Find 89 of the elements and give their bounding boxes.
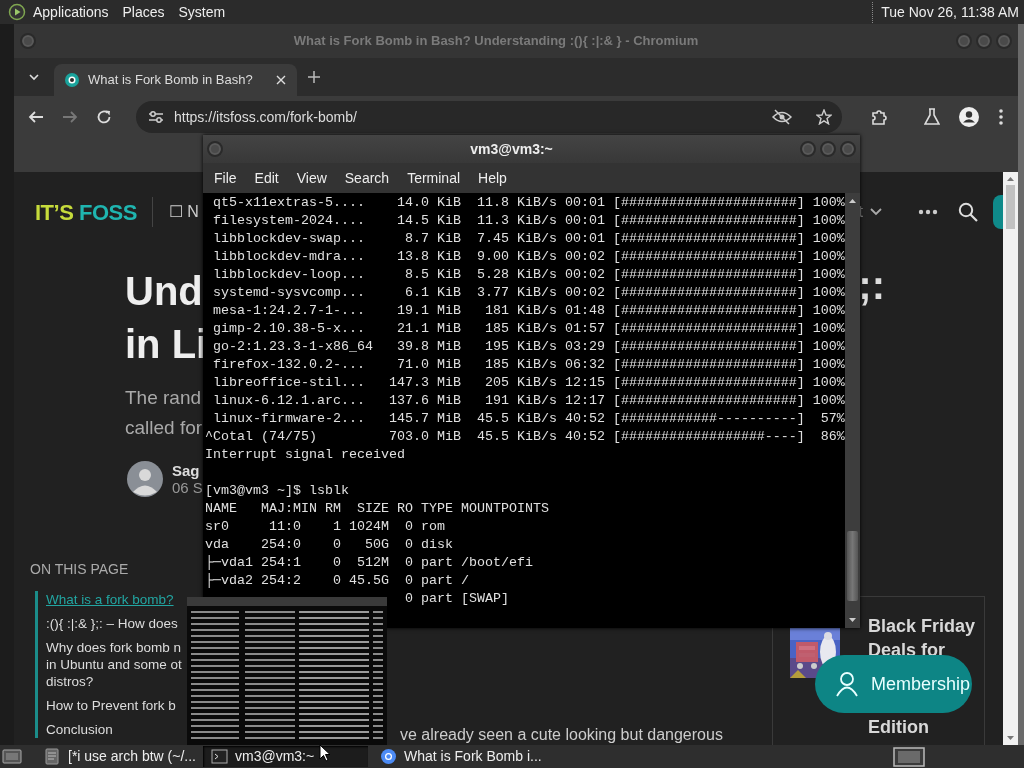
toc-link[interactable]: What is a fork bomb?: [46, 591, 174, 608]
terminal-line: 0 part [SWAP]: [404, 591, 509, 606]
terminal-line: systemd-sysvcomp... 6.1 KiB 3.77 KiB/s 00:02 [######################] 100%: [212, 284, 845, 302]
cursor-icon: [319, 744, 331, 762]
text-editor-icon: [44, 748, 61, 765]
promo-title: Black Friday: [868, 615, 976, 638]
toc-link[interactable]: How to Prevent fork b: [46, 697, 176, 714]
terminal-line: filesystem-2024.... 14.5 KiB 11.3 KiB/s 00:01 [######################] 100%: [212, 212, 845, 230]
person-icon[interactable]: [958, 106, 980, 128]
terminal-line: qt5-x11extras-5.... 14.0 KiB 11.8 KiB/s 00:01 [######################] 100%: [212, 194, 845, 212]
title-fragment: ;:: [858, 265, 885, 305]
terminal-line: go-2:1.23.3-1-x86_64 39.8 MiB 195 KiB/s 03:29 [######################] 100%: [212, 338, 845, 356]
taskbar-button[interactable]: What is Fork Bomb i...: [372, 746, 540, 767]
panel-menu[interactable]: Places: [115, 1, 172, 23]
panel-menu[interactable]: System: [171, 1, 233, 23]
terminal-line: mesa-1:24.2.7-1-... 19.1 MiB 181 KiB/s 01:48 [######################] 100%: [212, 302, 845, 320]
more-icon[interactable]: [918, 209, 938, 215]
menu-item[interactable]: Search: [335, 167, 399, 189]
scrollbar[interactable]: [845, 193, 860, 628]
person-icon: [835, 671, 859, 697]
membership-button[interactable]: Membership: [815, 655, 972, 713]
search-icon[interactable]: [958, 202, 978, 222]
hidden-eye-icon[interactable]: [772, 109, 792, 125]
terminal-line: firefox-132.0.2-... 71.0 MiB 185 KiB/s 06:32 [######################] 100%: [212, 356, 845, 374]
terminal-line: Interrupt signal received: [205, 446, 406, 464]
avatar: [127, 461, 163, 497]
more-icon[interactable]: [998, 108, 1004, 126]
close-icon[interactable]: [274, 74, 287, 86]
article-subtitle: The rand called for: [125, 386, 203, 440]
terminal-line: NAME MAJ:MIN RM SIZE RO TYPE MOUNTPOINTS: [205, 500, 550, 518]
terminal-icon: [211, 748, 228, 765]
toc-link[interactable]: Conclusion: [46, 721, 113, 738]
caret-icon[interactable]: [28, 71, 40, 83]
sliders-icon[interactable]: [148, 109, 164, 125]
back-icon[interactable]: [28, 109, 44, 125]
promo-title: Edition: [868, 716, 930, 739]
menu-item[interactable]: Edit: [245, 167, 288, 189]
header-button[interactable]: [993, 195, 1003, 229]
author-name[interactable]: Sag: [172, 462, 203, 479]
menu-item[interactable]: File: [205, 167, 246, 189]
terminal-line: libblockdev-loop... 8.5 KiB 5.28 KiB/s 00:02 [######################] 100%: [212, 266, 845, 284]
terminal-line: linux-firmware-2... 145.7 MiB 45.5 KiB/s 40:52 [############----------] 57%: [212, 410, 845, 428]
taskbar-button[interactable]: [*i use arch btw (~/...: [36, 746, 195, 767]
site-icon: [64, 72, 80, 88]
forward-icon[interactable]: [62, 109, 78, 125]
terminal-line: libblockdev-swap... 8.7 KiB 7.45 KiB/s 00:01 [######################] 100%: [212, 230, 845, 248]
desktop-icon[interactable]: [2, 747, 22, 766]
terminal-line: libblockdev-mdra... 13.8 KiB 9.00 KiB/s 00:02 [######################] 100%: [212, 248, 845, 266]
flask-icon[interactable]: [924, 108, 940, 126]
terminal-line: vda 254:0 0 50G 0 disk: [205, 536, 454, 554]
star-icon[interactable]: [816, 109, 832, 125]
terminal-line: ^Cotal (74/75) 703.0 MiB 45.5 KiB/s 40:52 [##################----] 86%: [205, 428, 845, 446]
window-title: vm3@vm3:~: [469, 139, 554, 159]
workspace-icon[interactable]: [893, 746, 925, 767]
article-text: ve already seen a cute looking but dangerous: [400, 726, 723, 744]
chevron-icon: [870, 207, 882, 217]
terminal-line: sr0 11:0 1 1024M 0 rom: [205, 518, 446, 536]
terminal-line: ├─vda2 254:2 0 45.5G 0 part /: [205, 572, 470, 590]
plus-icon[interactable]: [306, 70, 321, 84]
toc-link[interactable]: :(){ :|:& };: – How does: [46, 615, 178, 632]
scroll-down-icon[interactable]: [1006, 734, 1015, 742]
extension-icon[interactable]: [870, 108, 888, 126]
scroll-thumb[interactable]: [1006, 185, 1015, 229]
scrollbar[interactable]: [1003, 172, 1018, 745]
scroll-thumb[interactable]: [847, 531, 858, 601]
terminal-line: [vm3@vm3 ~]$ lsblk: [205, 482, 350, 500]
menu-item[interactable]: Terminal: [398, 167, 470, 189]
browser-icon: [380, 748, 397, 765]
terminal-line: linux-6.12.1.arc... 137.6 MiB 191 KiB/s 12:17 [######################] 100%: [212, 392, 845, 410]
menu-item[interactable]: View: [287, 167, 336, 189]
clock[interactable]: Tue Nov 26, 11:38 AM: [872, 1, 1024, 23]
post-date: 06 S: [172, 479, 203, 496]
window-title: What is Fork Bomb in Bash? Understanding :(){ :|:& } - Chromium: [292, 32, 700, 51]
terminal-line: libreoffice-stil... 147.3 MiB 205 KiB/s 12:15 [######################] 100%: [212, 374, 845, 392]
taskbar-button[interactable]: vm3@vm3:~: [203, 746, 368, 767]
reload-icon[interactable]: [96, 109, 112, 125]
menu-item[interactable]: Help: [469, 167, 516, 189]
toc-link[interactable]: Why does fork bomb n in Ubuntu and some ot distros?: [46, 639, 182, 690]
panel-menu[interactable]: Applications: [26, 1, 116, 23]
address-bar[interactable]: https://itsfoss.com/fork-bomb/: [136, 101, 842, 133]
scroll-up-icon[interactable]: [848, 197, 857, 205]
nav-link[interactable]: ☐ N: [168, 200, 199, 224]
scroll-up-icon[interactable]: [1006, 175, 1015, 183]
scroll-down-icon[interactable]: [848, 616, 857, 624]
app-menu-icon[interactable]: [8, 3, 26, 21]
terminal-line: gimp-2.10.38-5-x... 21.1 MiB 185 KiB/s 01:57 [######################] 100%: [212, 320, 845, 338]
browser-tab[interactable]: What is Fork Bomb in Bash?: [54, 64, 297, 96]
terminal-line: ├─vda1 254:1 0 512M 0 part /boot/efi: [205, 554, 534, 572]
logo[interactable]: IT’S FOSS: [35, 195, 137, 229]
